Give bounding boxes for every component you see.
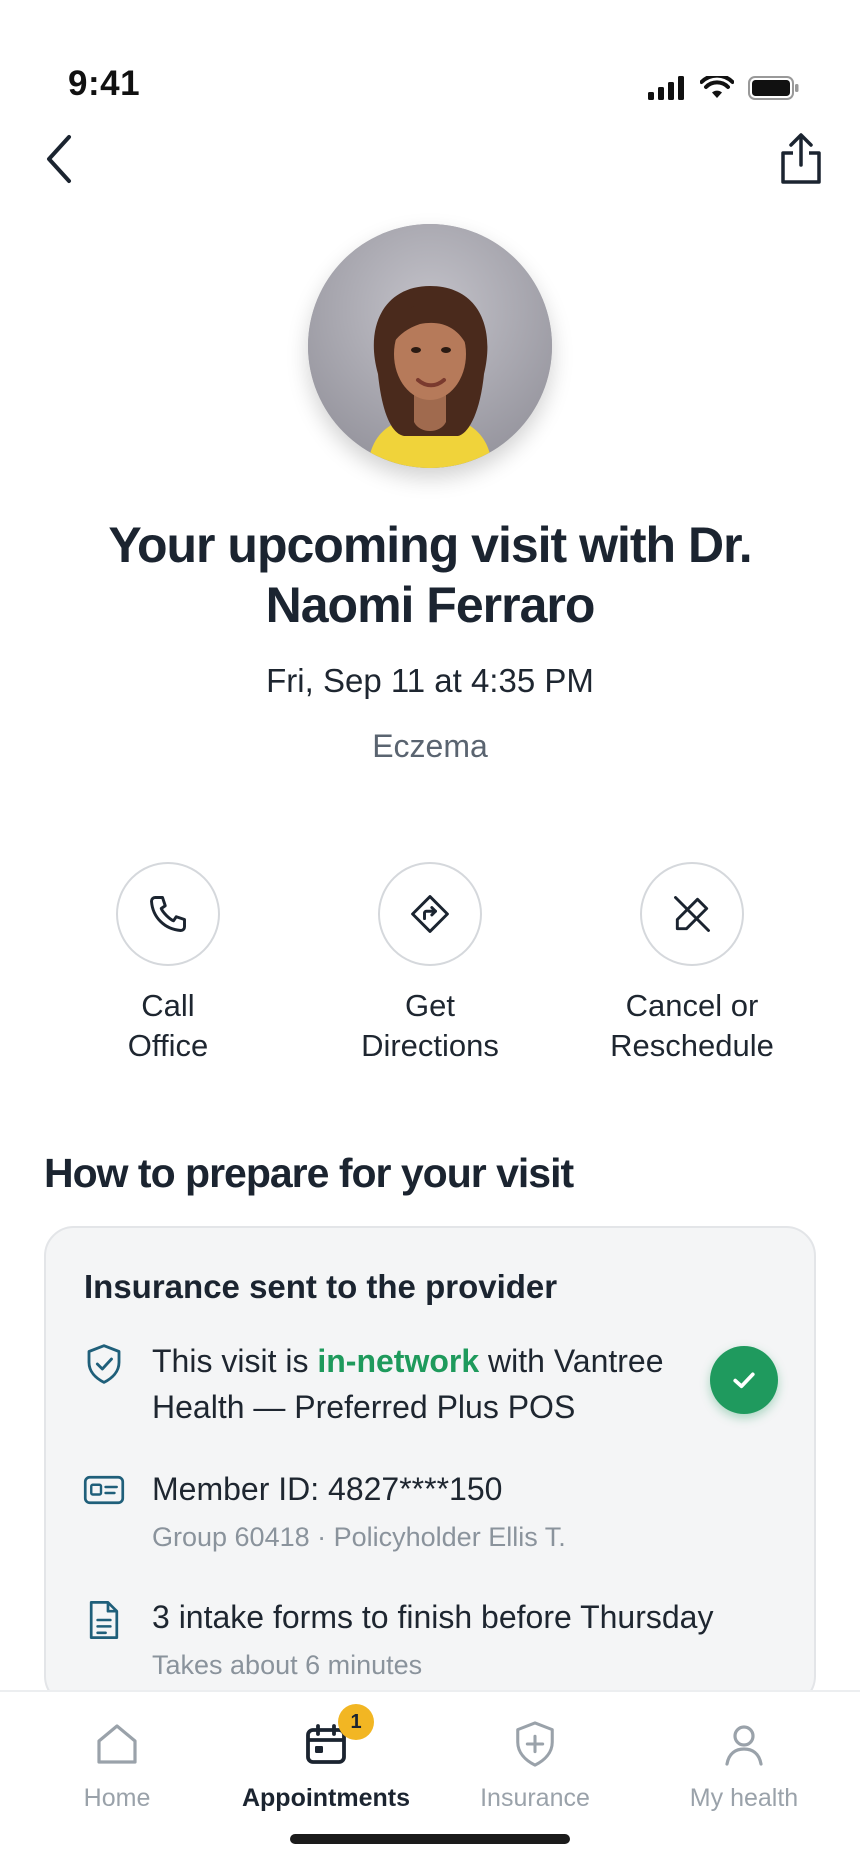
- cancel-reschedule-button[interactable]: Cancel or Reschedule: [572, 862, 812, 1066]
- tab-appointments[interactable]: 1 Appointments: [221, 1704, 431, 1813]
- document-icon: [82, 1598, 126, 1642]
- appointments-badge: 1: [338, 1704, 374, 1740]
- check-icon: [733, 1372, 755, 1389]
- get-directions-circle[interactable]: [378, 862, 482, 966]
- share-button[interactable]: [766, 124, 836, 194]
- tab-appointments-label: Appointments: [241, 1784, 411, 1812]
- cancel-reschedule-label: Cancel or Reschedule: [610, 988, 774, 1063]
- call-office-circle[interactable]: [116, 862, 220, 966]
- member-id-text: Member ID: 4827****150: [152, 1471, 503, 1507]
- get-directions-label: Get Directions: [361, 988, 499, 1063]
- person-icon: [718, 1718, 770, 1770]
- verified-check-badge: [710, 1346, 778, 1414]
- visit-reason: Eczema: [372, 728, 488, 764]
- cancel-pen-icon: [674, 896, 710, 932]
- shield-plus-icon: [509, 1718, 561, 1770]
- share-icon: [781, 133, 821, 184]
- tab-my-health-label: My health: [689, 1784, 799, 1812]
- tab-home[interactable]: Home: [12, 1718, 222, 1813]
- tab-insurance-label: Insurance: [480, 1784, 590, 1812]
- status-icons: [648, 76, 800, 100]
- wifi-icon: [700, 76, 734, 98]
- call-office-button[interactable]: Call Office: [48, 862, 288, 1066]
- intake-forms-sub: Takes about 6 minutes: [152, 1650, 423, 1680]
- home-icon: [91, 1718, 143, 1770]
- chevron-left-icon: [47, 135, 71, 183]
- insurance-card-title: Insurance sent to the provider: [84, 1268, 558, 1305]
- tab-insurance[interactable]: Insurance: [430, 1718, 640, 1813]
- call-office-label: Call Office: [127, 988, 209, 1063]
- network-text: This visit is in-network with Vantree He…: [152, 1338, 712, 1430]
- status-bar: 9:41: [0, 0, 860, 120]
- intake-forms-text: 3 intake forms to finish before Thursday: [152, 1599, 714, 1635]
- network-prefix: This visit is: [152, 1343, 318, 1379]
- directions-icon: [411, 895, 449, 933]
- prepare-section-title: How to prepare for your visit: [44, 1150, 574, 1196]
- doctor-avatar: [308, 224, 552, 468]
- home-indicator[interactable]: [290, 1834, 570, 1844]
- member-id-sub: Group 60418 · Policyholder Ellis T.: [152, 1522, 566, 1552]
- back-button[interactable]: [24, 124, 94, 194]
- doctor-portrait-icon: [308, 224, 552, 468]
- tab-home-label: Home: [83, 1784, 151, 1812]
- in-network-highlight: in-network: [317, 1343, 480, 1379]
- status-time: 9:41: [68, 64, 141, 103]
- visit-datetime: Fri, Sep 11 at 4:35 PM: [266, 662, 594, 699]
- get-directions-button[interactable]: Get Directions: [310, 862, 550, 1066]
- tab-my-health[interactable]: My health: [639, 1718, 849, 1813]
- shield-check-icon: [82, 1342, 126, 1386]
- phone-icon: [150, 896, 186, 932]
- signal-icon: [648, 76, 684, 100]
- visit-heading: Your upcoming visit with Dr. Naomi Ferra…: [108, 517, 752, 633]
- battery-icon: [748, 76, 799, 100]
- id-card-icon: [82, 1468, 126, 1512]
- insurance-card[interactable]: Insurance sent to the provider This visi…: [44, 1226, 816, 1706]
- cancel-reschedule-circle[interactable]: [640, 862, 744, 966]
- calendar-icon: 1: [300, 1704, 374, 1770]
